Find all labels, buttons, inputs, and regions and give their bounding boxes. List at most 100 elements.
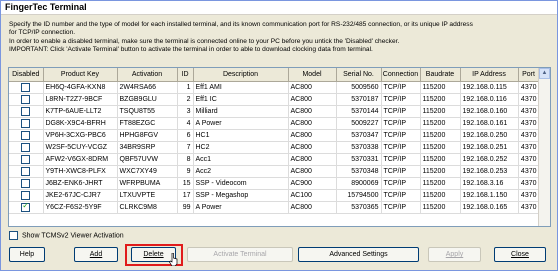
cell-desc[interactable]: Eff1 IC <box>193 93 289 106</box>
disabled-checkbox[interactable] <box>21 131 31 140</box>
disabled-checkbox[interactable] <box>21 202 31 212</box>
cell-conn[interactable]: TCP/IP <box>381 141 421 154</box>
disabled-checkbox[interactable] <box>21 143 31 152</box>
cell-model[interactable]: AC800 <box>288 105 337 118</box>
cell-desc[interactable]: A Power <box>193 201 289 214</box>
cell-id[interactable]: 7 <box>177 141 194 154</box>
cell-serial[interactable]: 5370338 <box>336 141 382 154</box>
disabled-checkbox[interactable] <box>21 167 31 176</box>
disabled-checkbox[interactable] <box>21 191 31 200</box>
cell-id[interactable]: 99 <box>177 201 194 214</box>
cell-desc[interactable]: Acc2 <box>193 165 289 178</box>
cell-activation[interactable]: FT88EZGC <box>117 117 178 130</box>
cell-activation[interactable]: 2W4RSA66 <box>117 81 178 94</box>
cell-id[interactable]: 6 <box>177 129 194 142</box>
cell-serial[interactable]: 5370331 <box>336 153 382 166</box>
advanced-settings-button[interactable]: Advanced Settings <box>298 247 419 262</box>
table-row[interactable]: Y9TH-XWC8-PLFX WXC7XY49 9 Acc2 AC800 5370348 T… <box>9 165 540 178</box>
apply-button[interactable]: Apply <box>428 247 481 262</box>
cell-model[interactable]: AC800 <box>288 117 337 130</box>
cell-port[interactable]: 4370 <box>518 105 540 118</box>
cell-baud[interactable]: 115200 <box>420 81 461 94</box>
cell-ip[interactable]: 192.168.1.150 <box>460 189 519 202</box>
cell-key[interactable]: Y9TH-XWC8-PLFX <box>43 165 118 178</box>
cell-id[interactable]: 4 <box>177 117 194 130</box>
cell-conn[interactable]: TCP/IP <box>381 117 421 130</box>
cell-model[interactable]: AC900 <box>288 177 337 190</box>
cell-baud[interactable]: 115200 <box>420 153 461 166</box>
disabled-checkbox[interactable] <box>21 83 31 92</box>
cell-desc[interactable]: SSP - Megashop <box>193 189 289 202</box>
cell-activation[interactable]: 34BR9SRP <box>117 141 178 154</box>
cell-conn[interactable]: TCP/IP <box>381 93 421 106</box>
cell-key[interactable]: JKE2-67JC-CJR7 <box>43 189 118 202</box>
table-row[interactable]: L8RN-T2Z7-9BCF BZGB9GLU 2 Eff1 IC AC800 53701… <box>9 93 540 106</box>
cell-serial[interactable]: 5009560 <box>336 81 382 94</box>
cell-key[interactable]: J6BZ-ENK6-JHRT <box>43 177 118 190</box>
cell-model[interactable]: AC800 <box>288 201 337 214</box>
help-button[interactable]: Help <box>9 247 45 262</box>
cell-ip[interactable]: 192.168.0.165 <box>460 201 519 214</box>
cell-conn[interactable]: TCP/IP <box>381 201 421 214</box>
cell-ip[interactable]: 192.168.0.115 <box>460 81 519 94</box>
table-row[interactable]: K7TP-6AUE-LLT2 TSQU8T55 3 Milliard AC800 5370… <box>9 105 540 118</box>
column-header[interactable]: Description <box>193 68 289 82</box>
disabled-checkbox[interactable] <box>21 95 31 104</box>
cell-key[interactable]: VP6H-3CXG-PBC6 <box>43 129 118 142</box>
column-header[interactable]: Port <box>518 68 540 82</box>
cell-port[interactable]: 4370 <box>518 93 540 106</box>
cell-baud[interactable]: 115200 <box>420 93 461 106</box>
cell-serial[interactable]: 15794500 <box>336 189 382 202</box>
column-header[interactable]: Baudrate <box>420 68 461 82</box>
cell-desc[interactable]: Eff1 AMI <box>193 81 289 94</box>
disabled-checkbox[interactable] <box>21 179 31 188</box>
cell-model[interactable]: AC800 <box>288 153 337 166</box>
cell-desc[interactable]: HC2 <box>193 141 289 154</box>
cell-ip[interactable]: 192.168.0.250 <box>460 129 519 142</box>
cell-port[interactable]: 4370 <box>518 153 540 166</box>
cell-activation[interactable]: WXC7XY49 <box>117 165 178 178</box>
cell-baud[interactable]: 115200 <box>420 129 461 142</box>
cell-ip[interactable]: 192.168.0.251 <box>460 141 519 154</box>
cell-id[interactable]: 2 <box>177 93 194 106</box>
table-row[interactable]: J6BZ-ENK6-JHRT WFRPBUMA 15 SSP - Videocom AC… <box>9 177 540 190</box>
cell-activation[interactable]: CLRKC9M8 <box>117 201 178 214</box>
cell-baud[interactable]: 115200 <box>420 105 461 118</box>
cell-activation[interactable]: HPHG8FGV <box>117 129 178 142</box>
cell-id[interactable]: 9 <box>177 165 194 178</box>
cell-serial[interactable]: 5370144 <box>336 105 382 118</box>
cell-model[interactable]: AC800 <box>288 141 337 154</box>
column-header[interactable]: Model <box>288 68 337 82</box>
table-row[interactable]: W2SF-5CUY-VCGZ 34BR9SRP 7 HC2 AC800 5370338 TC… <box>9 141 540 154</box>
cell-key[interactable]: W2SF-5CUY-VCGZ <box>43 141 118 154</box>
cell-serial[interactable]: 5370187 <box>336 93 382 106</box>
column-header[interactable]: Serial No. <box>336 68 382 82</box>
cell-id[interactable]: 8 <box>177 153 194 166</box>
cell-model[interactable]: AC800 <box>288 81 337 94</box>
cell-baud[interactable]: 115200 <box>420 165 461 178</box>
cell-ip[interactable]: 192.168.0.116 <box>460 93 519 106</box>
scroll-up-icon[interactable]: ▲ <box>539 68 550 79</box>
column-header[interactable]: Connection <box>381 68 421 82</box>
table-row[interactable]: Y6CZ-F6S2-5Y9FCLRKC9M899A PowerAC8005370… <box>9 201 540 214</box>
cell-model[interactable]: AC800 <box>288 129 337 142</box>
disabled-checkbox[interactable] <box>21 119 31 128</box>
add-button[interactable]: Add <box>74 247 118 262</box>
cell-serial[interactable]: 5370347 <box>336 129 382 142</box>
disabled-checkbox[interactable] <box>21 155 31 164</box>
cell-port[interactable]: 4370 <box>518 165 540 178</box>
cell-baud[interactable]: 115200 <box>420 177 461 190</box>
cell-key[interactable]: K7TP-6AUE-LLT2 <box>43 105 118 118</box>
cell-activation[interactable]: WFRPBUMA <box>117 177 178 190</box>
terminal-grid[interactable]: Disabled Product Key Activation ID Descripti… <box>8 67 551 227</box>
cell-port[interactable]: 4370 <box>518 141 540 154</box>
cell-activation[interactable]: TSQU8T55 <box>117 105 178 118</box>
table-row[interactable]: DG8K-X9C4-BFRH FT88EZGC 4 A Power AC800 50092… <box>9 117 540 130</box>
disabled-checkbox[interactable] <box>21 107 31 116</box>
cell-serial[interactable]: 8900069 <box>336 177 382 190</box>
column-header[interactable]: ID <box>177 68 194 82</box>
table-row[interactable]: EH6Q-4GFA-KXN8 2W4RSA66 1 Eff1 AMI AC800 5009… <box>9 81 540 94</box>
cell-conn[interactable]: TCP/IP <box>381 81 421 94</box>
cell-desc[interactable]: Acc1 <box>193 153 289 166</box>
cell-model[interactable]: AC800 <box>288 165 337 178</box>
